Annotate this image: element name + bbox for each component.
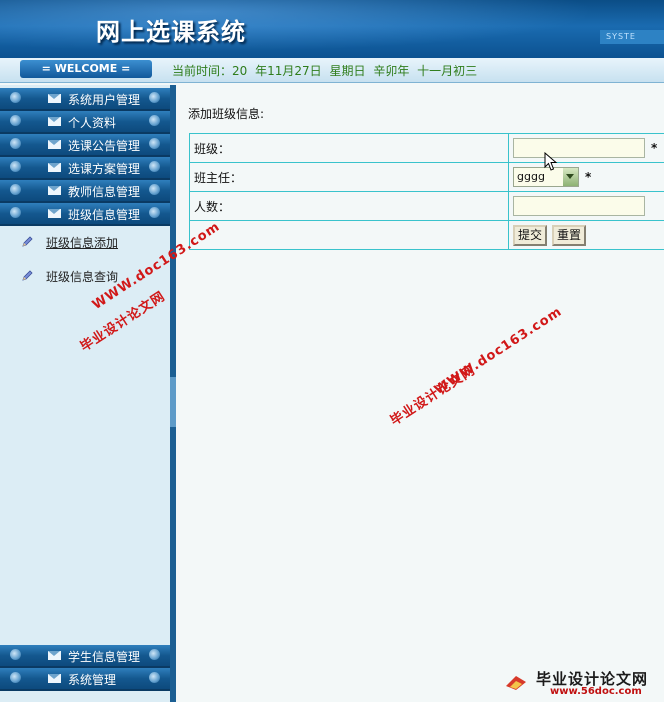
head-teacher-cell: gggg *	[508, 162, 664, 192]
menu-item-system-users[interactable]: 系统用户管理	[0, 88, 170, 111]
submit-button[interactable]: 提交	[513, 224, 548, 246]
menu-bullet-icon	[10, 649, 21, 660]
class-cell: *	[508, 133, 664, 163]
menu-bullet-icon	[149, 649, 160, 660]
mouse-cursor-icon	[544, 152, 558, 171]
head-teacher-value: gggg	[517, 170, 545, 183]
menu-bullet-icon	[149, 207, 160, 218]
menu-bullet-icon	[149, 115, 160, 126]
envelope-icon	[48, 117, 61, 126]
menu-item-classes[interactable]: 班级信息管理	[0, 203, 170, 226]
menu-item-students[interactable]: 学生信息管理	[0, 645, 170, 668]
time-date: 年11月27日	[255, 64, 322, 78]
menu-item-label: 选课方案管理	[68, 162, 141, 176]
reset-button[interactable]: 重置	[552, 224, 587, 246]
envelope-icon	[48, 674, 61, 683]
pencil-icon	[22, 236, 33, 247]
welcome-bar: = WELCOME = 当前时间：20 年11月27日 星期日 辛卯年 十一月初…	[0, 58, 664, 83]
actions-spacer	[189, 220, 509, 250]
menu-item-label: 系统用户管理	[68, 93, 141, 107]
menu-bullet-icon	[10, 184, 21, 195]
logo-mark-icon	[506, 676, 526, 690]
envelope-icon	[48, 140, 61, 149]
form-row-class: 班级： *	[189, 133, 664, 163]
app-title: 网上选课系统	[96, 17, 246, 46]
submenu-item-label: 班级信息查询	[46, 270, 119, 284]
menu-item-label: 学生信息管理	[68, 650, 141, 664]
actions-cell: 提交 重置	[508, 220, 664, 250]
menu-item-system-admin[interactable]: 系统管理	[0, 668, 170, 691]
count-cell	[508, 191, 664, 221]
menu-bullet-icon	[149, 184, 160, 195]
menu-item-label: 个人资料	[68, 116, 117, 130]
menu-item-label: 教师信息管理	[68, 185, 141, 199]
count-input[interactable]	[513, 196, 645, 216]
envelope-icon	[48, 209, 61, 218]
envelope-icon	[48, 163, 61, 172]
menu-bullet-icon	[149, 138, 160, 149]
menu-item-announcements[interactable]: 选课公告管理	[0, 134, 170, 157]
menu-item-label: 班级信息管理	[68, 208, 141, 222]
class-input[interactable]	[513, 138, 645, 158]
count-label: 人数：	[189, 191, 509, 221]
menu-bullet-icon	[10, 672, 21, 683]
time-lunar-year: 辛卯年	[373, 64, 410, 78]
menu-bullet-icon	[10, 138, 21, 149]
current-time: 当前时间：20 年11月27日 星期日 辛卯年 十一月初三	[172, 62, 481, 79]
menu-bullet-icon	[10, 207, 21, 218]
menu-bullet-icon	[149, 161, 160, 172]
menu-item-label: 系统管理	[68, 673, 117, 687]
menu-bullet-icon	[149, 92, 160, 103]
form-row-head-teacher: 班主任： gggg *	[189, 162, 664, 192]
menu-item-label: 选课公告管理	[68, 139, 141, 153]
time-prefix: 当前时间：20	[172, 64, 248, 78]
form-row-actions: 提交 重置	[189, 220, 664, 250]
head-teacher-label: 班主任：	[189, 162, 509, 192]
envelope-icon	[48, 186, 61, 195]
menu-bullet-icon	[10, 115, 21, 126]
logo-url: www.56doc.com	[550, 686, 642, 697]
menu-bullet-icon	[149, 672, 160, 683]
menu-bullet-icon	[10, 92, 21, 103]
chevron-down-icon[interactable]	[563, 168, 578, 186]
class-label: 班级：	[189, 133, 509, 163]
envelope-icon	[48, 94, 61, 103]
required-mark: *	[651, 140, 658, 155]
sidebar: 系统用户管理 个人资料 选课公告管理 选课方案管理 教师信息管理 班级信息管理	[0, 85, 170, 702]
menu-item-teachers[interactable]: 教师信息管理	[0, 180, 170, 203]
submenu-item-label: 班级信息添加	[46, 236, 119, 250]
page-heading: 添加班级信息:	[188, 107, 265, 121]
time-lunar-day: 十一月初三	[417, 64, 478, 78]
form-row-count: 人数：	[189, 191, 664, 221]
menu-bullet-icon	[10, 161, 21, 172]
footer-logo: 毕业设计论文网 www.56doc.com	[500, 668, 660, 698]
pencil-icon	[22, 270, 33, 281]
welcome-badge: = WELCOME =	[20, 60, 152, 78]
envelope-icon	[48, 651, 61, 660]
menu-item-profile[interactable]: 个人资料	[0, 111, 170, 134]
time-weekday: 星期日	[329, 64, 366, 78]
add-class-form: 班级： * 班主任： gggg * 人数： 提交 重置	[189, 133, 664, 250]
app-header: 网上选课系统 SYSTE	[0, 0, 664, 58]
required-mark: *	[585, 169, 592, 184]
menu-item-course-plans[interactable]: 选课方案管理	[0, 157, 170, 180]
system-label: SYSTE	[600, 30, 664, 44]
